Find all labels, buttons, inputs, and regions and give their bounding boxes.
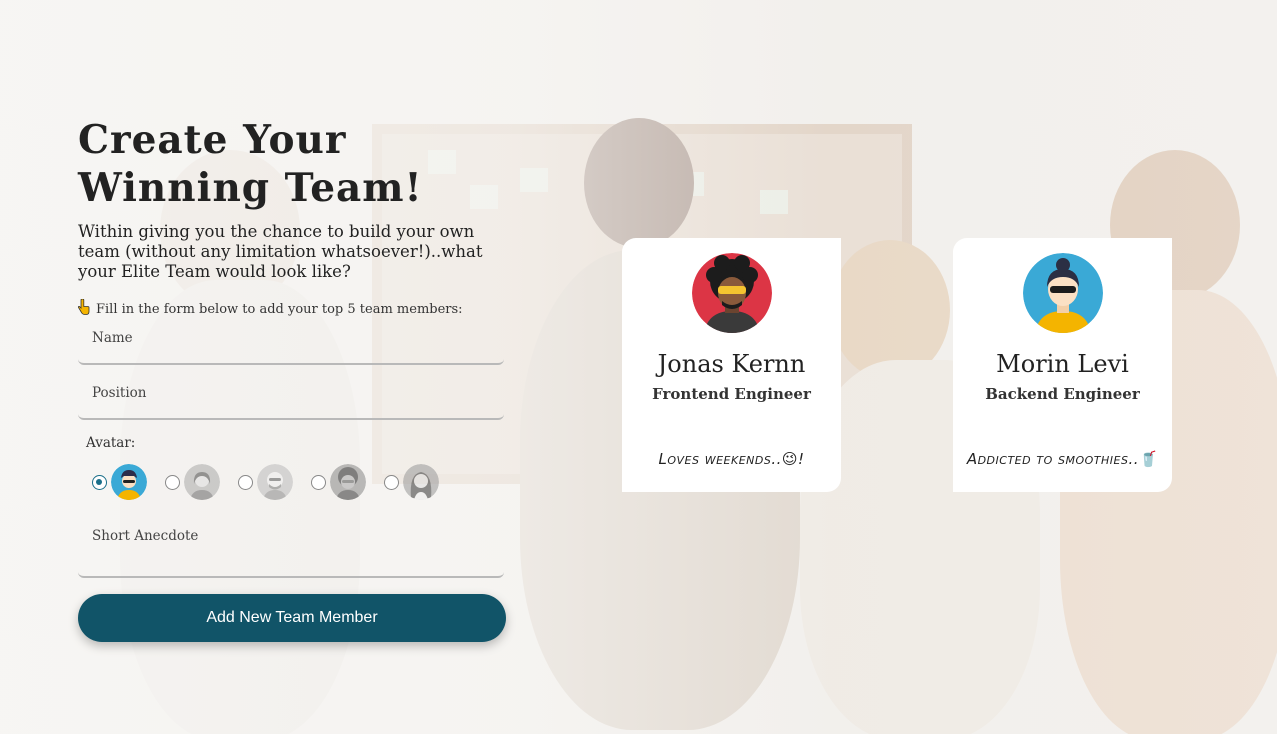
member-anecdote-text: Loves weekends.. (658, 450, 782, 468)
avatar-curly-man-icon (691, 253, 772, 333)
avatar-label: Avatar: (86, 435, 136, 451)
anecdote-input[interactable] (78, 522, 504, 576)
avatar-radio-1[interactable] (92, 474, 107, 490)
member-card: Jonas Kernn Frontend Engineer Loves week… (622, 238, 841, 492)
avatar-option-1[interactable] (92, 464, 147, 500)
form-panel: Create Your Winning Team! Within giving … (77, 116, 508, 642)
member-card: Morin Levi Backend Engineer Addicted to … (953, 238, 1172, 492)
avatar-radio-3[interactable] (238, 474, 253, 490)
avatar-long-hair-icon[interactable] (403, 464, 439, 500)
form-hint: Fill in the form below to add your top 5… (77, 298, 508, 319)
page-title: Create Your Winning Team! (78, 117, 423, 211)
avatar-option-4[interactable] (311, 464, 366, 500)
member-anecdote-suffix: ! (798, 450, 805, 468)
member-anecdote: Addicted to smoothies..🥤 (953, 450, 1172, 468)
avatar-picker (92, 464, 508, 500)
avatar-curly-man-icon[interactable] (330, 464, 366, 500)
add-member-button[interactable]: Add New Team Member (78, 594, 506, 642)
member-position: Frontend Engineer (652, 385, 811, 403)
smoothie-emoji-icon: 🥤 (1139, 450, 1159, 468)
avatar-woman-cap-icon[interactable] (111, 464, 147, 500)
avatar-radio-2[interactable] (165, 474, 180, 490)
avatar-bald-man-icon[interactable] (257, 464, 293, 500)
avatar-option-3[interactable] (238, 464, 293, 500)
page-lead: Within giving you the chance to build yo… (78, 222, 483, 281)
name-field (78, 323, 504, 365)
avatar-option-2[interactable] (165, 464, 220, 500)
member-anecdote: Loves weekends..😉! (622, 450, 841, 468)
anecdote-field (78, 522, 504, 578)
member-anecdote-text: Addicted to smoothies.. (966, 450, 1139, 468)
member-position: Backend Engineer (985, 385, 1140, 403)
avatar-option-5[interactable] (384, 464, 439, 500)
name-input[interactable] (78, 323, 504, 363)
pointing-hand-icon (77, 298, 92, 319)
wink-emoji-icon: 😉 (781, 450, 799, 468)
position-field (78, 378, 504, 420)
member-name: Jonas Kernn (657, 350, 806, 378)
avatar-woman-icon[interactable] (184, 464, 220, 500)
avatar-radio-5[interactable] (384, 474, 399, 490)
avatar-radio-4[interactable] (311, 474, 326, 490)
form-hint-text: Fill in the form below to add your top 5… (96, 301, 463, 317)
avatar-woman-bun-icon (1022, 253, 1103, 333)
member-name: Morin Levi (996, 350, 1129, 378)
position-input[interactable] (78, 378, 504, 418)
